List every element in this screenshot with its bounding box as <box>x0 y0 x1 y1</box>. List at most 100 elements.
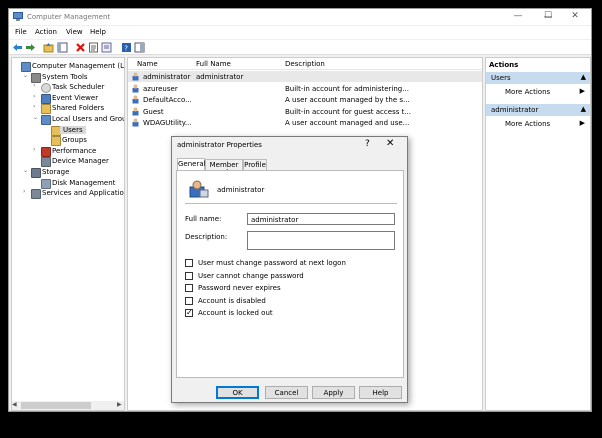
up-folder-icon[interactable] <box>43 42 54 53</box>
forward-icon[interactable] <box>25 42 36 53</box>
user-icon <box>132 84 141 93</box>
help-button[interactable]: Help <box>359 386 402 399</box>
description-field[interactable] <box>247 231 395 250</box>
general-tab-panel: administrator Full name: administrator D… <box>176 170 404 378</box>
table-row[interactable]: administrator administrator <box>128 71 482 82</box>
user-name-display: administrator <box>217 186 265 194</box>
storage-icon <box>31 168 41 178</box>
properties-icon[interactable] <box>88 42 99 53</box>
tab-profile[interactable]: Profile <box>243 159 267 170</box>
collapse-icon[interactable]: ▲ <box>581 73 586 81</box>
clock-icon <box>41 83 51 94</box>
table-row[interactable]: Guest Built-in account for guest access t… <box>128 106 482 117</box>
cancel-button[interactable]: Cancel <box>265 386 308 399</box>
menu-bar: File Action View Help <box>9 26 591 39</box>
column-header-full-name[interactable]: Full Name <box>196 60 231 68</box>
full-name-field[interactable]: administrator <box>247 213 395 225</box>
cell-name: DefaultAcco... <box>143 96 192 104</box>
checkbox[interactable] <box>185 271 193 280</box>
menu-view[interactable]: View <box>66 28 83 36</box>
cell-name: WDAGUtility... <box>143 119 192 127</box>
cell-name: azureuser <box>143 84 178 93</box>
tree-item-label: Groups <box>62 136 87 145</box>
folder-icon <box>51 136 61 147</box>
show-hide-action-pane-icon[interactable] <box>134 42 145 53</box>
tree-item-label: Local Users and Groups <box>52 115 124 123</box>
full-name-label: Full name: <box>185 215 222 223</box>
expanded-chevron-icon[interactable]: ⌄ <box>23 72 30 79</box>
dialog-close-button[interactable]: ✕ <box>386 138 394 149</box>
apply-button[interactable]: Apply <box>312 386 355 399</box>
computer-management-icon <box>13 12 23 21</box>
user-icon <box>132 107 141 116</box>
more-actions-label: More Actions <box>505 120 551 128</box>
cell-description: A user account managed and use... <box>285 119 410 127</box>
checkbox-label[interactable]: Account is disabled <box>198 297 266 305</box>
users-icon <box>41 115 51 125</box>
collapsed-chevron-icon[interactable]: › <box>33 103 40 110</box>
more-actions-administrator[interactable]: More Actions ▶ <box>486 118 590 129</box>
tab-member-of[interactable]: Member Of <box>205 159 243 177</box>
user-icon <box>132 95 141 104</box>
help-icon[interactable]: ? <box>121 42 132 53</box>
table-row[interactable]: DefaultAcco... A user account managed by … <box>128 94 482 105</box>
table-row[interactable]: WDAGUtility... A user account managed and… <box>128 117 482 128</box>
maximize-button[interactable]: ☐ <box>533 8 563 24</box>
checkbox[interactable] <box>185 296 193 305</box>
checkbox[interactable]: ✓ <box>185 308 193 317</box>
more-actions-users[interactable]: More Actions ▶ <box>486 86 590 97</box>
column-header-name[interactable]: Name <box>137 60 158 68</box>
device-manager-icon <box>41 157 51 168</box>
scroll-left-icon[interactable]: ◀ <box>12 401 17 408</box>
menu-help[interactable]: Help <box>90 28 106 36</box>
collapsed-chevron-icon[interactable]: › <box>33 82 40 89</box>
tree-horizontal-scrollbar[interactable]: ◀ ▶ <box>12 401 124 410</box>
checkbox-label[interactable]: Password never expires <box>198 284 281 292</box>
tree-item-label: Storage <box>42 168 70 176</box>
collapsed-chevron-icon[interactable]: › <box>33 146 40 153</box>
collapsed-chevron-icon[interactable]: › <box>33 93 40 100</box>
tab-general[interactable]: General <box>177 158 206 170</box>
computer-icon <box>21 62 31 72</box>
close-button[interactable]: ✕ <box>560 8 590 24</box>
scroll-right-icon[interactable]: ▶ <box>117 401 122 408</box>
folder-icon <box>41 104 51 115</box>
checkbox-label[interactable]: Account is locked out <box>198 309 273 317</box>
column-header-description[interactable]: Description <box>285 60 325 68</box>
table-row[interactable]: azureuser Built-in account for administer… <box>128 83 482 94</box>
tree-item-label: System Tools <box>42 72 88 81</box>
collapsed-chevron-icon[interactable]: › <box>23 188 30 195</box>
full-name-value: administrator <box>251 216 299 224</box>
button-label: Help <box>372 389 389 397</box>
show-hide-tree-icon[interactable] <box>57 42 68 53</box>
list-header: Name Full Name Description <box>128 58 482 70</box>
expanded-chevron-icon[interactable]: ⌄ <box>33 114 40 121</box>
actions-section-label: Users <box>491 74 511 82</box>
ok-button[interactable]: OK <box>216 386 259 399</box>
expanded-chevron-icon[interactable]: ⌄ <box>23 167 30 174</box>
scrollbar-thumb[interactable] <box>21 402 91 409</box>
actions-section-users[interactable]: Users ▲ <box>486 72 590 84</box>
back-icon[interactable] <box>12 42 23 53</box>
delete-icon[interactable] <box>75 42 86 53</box>
services-icon <box>31 189 41 200</box>
tree-item-label: Shared Folders <box>52 104 105 113</box>
menu-file[interactable]: File <box>15 28 27 36</box>
tab-label: Profile <box>244 161 266 169</box>
actions-section-administrator[interactable]: administrator ▲ <box>486 104 590 116</box>
minimize-button[interactable]: — <box>503 8 533 24</box>
checkbox-label[interactable]: User cannot change password <box>198 272 304 280</box>
actions-section-label: administrator <box>491 106 539 114</box>
checkbox[interactable] <box>185 259 193 267</box>
dialog-help-button[interactable]: ? <box>365 139 370 149</box>
button-label: OK <box>232 389 243 397</box>
tree-item-label: Computer Management (Local <box>32 62 124 70</box>
checkbox-label[interactable]: User must change password at next logon <box>198 259 346 267</box>
export-list-icon[interactable] <box>101 42 112 53</box>
button-label: Cancel <box>274 389 299 397</box>
menu-action[interactable]: Action <box>35 28 57 36</box>
collapse-icon[interactable]: ▲ <box>581 105 586 113</box>
user-icon <box>132 72 141 81</box>
checkbox[interactable] <box>185 284 193 292</box>
tree-item-label: Services and Applications <box>42 189 125 198</box>
